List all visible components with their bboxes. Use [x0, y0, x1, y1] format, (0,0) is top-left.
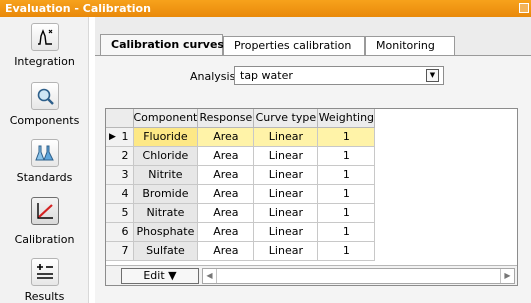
column-header-weighting[interactable]: Weighting — [317, 109, 376, 128]
calibration-curve-icon — [30, 197, 59, 225]
component-cell[interactable]: Bromide — [133, 184, 199, 204]
row-number[interactable]: ▶ 1 — [106, 127, 134, 147]
integration-icon — [30, 23, 59, 51]
response-cell[interactable]: Area — [197, 222, 255, 242]
analysis-value: tap water — [240, 69, 293, 82]
table-row[interactable]: 2 Chloride Area Linear 1 — [106, 146, 376, 166]
tab-calibration-curves[interactable]: Calibration curves — [100, 34, 224, 55]
nav-item-standards[interactable]: Standards — [0, 139, 89, 184]
window-titlebar: Evaluation - Calibration — [0, 0, 531, 17]
table-header-row: Component Response Curve type Weighting — [106, 109, 376, 128]
weighting-cell[interactable]: 1 — [317, 165, 376, 185]
analysis-label: Analysis — [190, 70, 236, 83]
magnifier-icon — [30, 82, 59, 110]
curve-type-cell[interactable]: Linear — [253, 165, 319, 185]
response-cell[interactable]: Area — [197, 127, 255, 147]
component-cell[interactable]: Phosphate — [133, 222, 199, 242]
column-header-response[interactable]: Response — [197, 109, 255, 128]
curve-type-cell[interactable]: Linear — [253, 146, 319, 166]
table-row[interactable]: 5 Nitrate Area Linear 1 — [106, 203, 376, 223]
component-cell[interactable]: Nitrite — [133, 165, 199, 185]
calibration-curves-panel: Analysis tap water ▼ Component Response … — [95, 55, 531, 303]
calibration-panel: Calibration curves Properties calibratio… — [95, 17, 531, 303]
scroll-left-icon[interactable]: ◀ — [203, 269, 217, 283]
response-cell[interactable]: Area — [197, 203, 255, 223]
component-cell[interactable]: Chloride — [133, 146, 199, 166]
weighting-cell[interactable]: 1 — [317, 222, 376, 242]
table-row[interactable]: 4 Bromide Area Linear 1 — [106, 184, 376, 204]
nav-item-calibration[interactable]: Calibration — [0, 197, 89, 246]
navigation-sidebar: Integration Components Standards Calibra… — [0, 17, 89, 303]
horizontal-scrollbar[interactable]: ◀ ▶ — [202, 268, 515, 284]
analysis-select[interactable]: tap water ▼ — [234, 66, 444, 85]
row-number[interactable]: 6 — [106, 222, 134, 242]
scroll-right-icon[interactable]: ▶ — [500, 269, 514, 283]
nav-label-standards: Standards — [16, 171, 73, 184]
response-cell[interactable]: Area — [197, 165, 255, 185]
table-row[interactable]: ▶ 1 Fluoride Area Linear 1 — [106, 127, 376, 147]
table-row[interactable]: 3 Nitrite Area Linear 1 — [106, 165, 376, 185]
weighting-cell[interactable]: 1 — [317, 203, 376, 223]
row-number[interactable]: 5 — [106, 203, 134, 223]
row-number[interactable]: 3 — [106, 165, 134, 185]
component-cell[interactable]: Nitrate — [133, 203, 199, 223]
weighting-cell[interactable]: 1 — [317, 184, 376, 204]
row-number[interactable]: 4 — [106, 184, 134, 204]
row-number[interactable]: 2 — [106, 146, 134, 166]
window-title: Evaluation - Calibration — [5, 2, 151, 15]
results-icon — [30, 258, 59, 286]
weighting-cell[interactable]: 1 — [317, 127, 376, 147]
nav-item-components[interactable]: Components — [0, 82, 89, 127]
nav-label-calibration: Calibration — [14, 233, 75, 246]
calibration-table: Component Response Curve type Weighting … — [106, 109, 376, 261]
curve-type-cell[interactable]: Linear — [253, 222, 319, 242]
response-cell[interactable]: Area — [197, 241, 255, 261]
window-restore-button[interactable] — [519, 3, 529, 13]
tab-properties-calibration[interactable]: Properties calibration — [223, 36, 365, 55]
component-cell[interactable]: Fluoride — [133, 127, 199, 147]
column-header-component[interactable]: Component — [133, 109, 199, 128]
table-row[interactable]: 6 Phosphate Area Linear 1 — [106, 222, 376, 242]
dropdown-arrow-icon[interactable]: ▼ — [426, 69, 439, 82]
nav-label-results: Results — [24, 290, 65, 303]
nav-label-integration: Integration — [14, 55, 75, 68]
weighting-cell[interactable]: 1 — [317, 241, 376, 261]
row-number[interactable]: 7 — [106, 241, 134, 261]
table-row[interactable]: 7 Sulfate Area Linear 1 — [106, 241, 376, 261]
curve-type-cell[interactable]: Linear — [253, 241, 319, 261]
column-header-curve-type[interactable]: Curve type — [253, 109, 319, 128]
row-pointer-icon: ▶ — [109, 131, 116, 142]
weighting-cell[interactable]: 1 — [317, 146, 376, 166]
flasks-icon — [30, 139, 59, 167]
curve-type-cell[interactable]: Linear — [253, 127, 319, 147]
tab-monitoring[interactable]: Monitoring — [365, 36, 455, 55]
row-header-corner — [106, 109, 134, 128]
curve-type-cell[interactable]: Linear — [253, 203, 319, 223]
response-cell[interactable]: Area — [197, 146, 255, 166]
grid-bottom-bar: Edit ▼ ◀ ▶ — [106, 265, 517, 285]
nav-item-integration[interactable]: Integration — [0, 23, 89, 68]
nav-item-results[interactable]: Results — [0, 258, 89, 303]
edit-menu-button[interactable]: Edit ▼ — [121, 268, 199, 284]
curve-type-cell[interactable]: Linear — [253, 184, 319, 204]
nav-label-components: Components — [9, 114, 80, 127]
response-cell[interactable]: Area — [197, 184, 255, 204]
calibration-grid: Component Response Curve type Weighting … — [105, 108, 518, 286]
component-cell[interactable]: Sulfate — [133, 241, 199, 261]
